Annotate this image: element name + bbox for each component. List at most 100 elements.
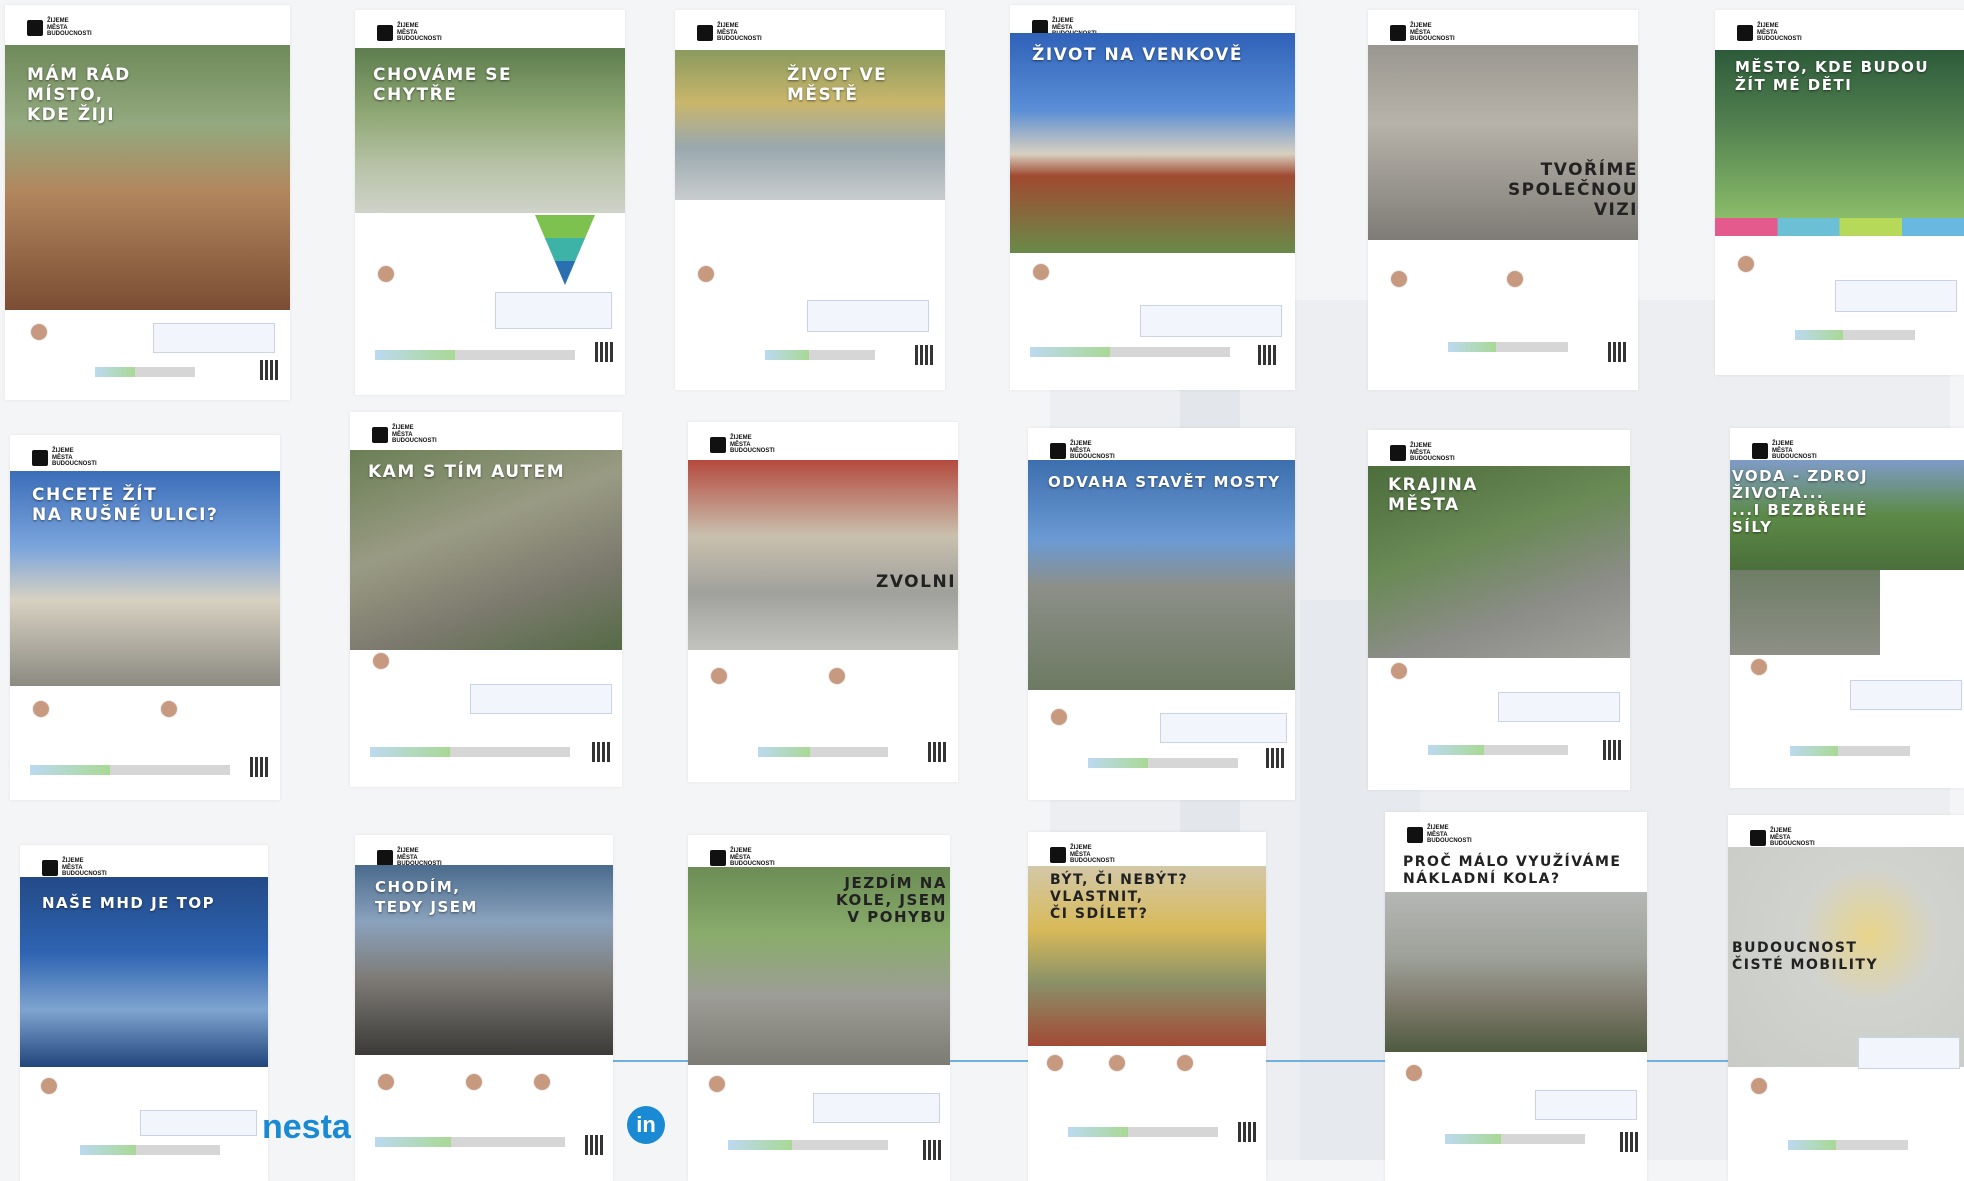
poster-3[interactable]: ŽIJEME MĚSTA BUDOUCNOSTI ŽIVOT VE MĚSTĚ <box>675 10 945 390</box>
qr-code-icon <box>928 742 948 762</box>
author-avatar <box>533 1073 551 1091</box>
city-logo-icon <box>1390 445 1406 461</box>
poster-1[interactable]: ŽIJEME MĚSTA BUDOUCNOSTI MÁM RÁD MÍSTO, … <box>5 5 290 400</box>
poster-14[interactable]: ŽIJEME MĚSTA BUDOUCNOSTI CHODÍM, TEDY JS… <box>355 835 613 1181</box>
poster-brand: ŽIJEME MĚSTA BUDOUCNOSTI <box>1752 440 1832 462</box>
qr-code-icon <box>1238 1122 1258 1142</box>
qr-code-icon <box>595 342 615 362</box>
author-avatar <box>828 667 846 685</box>
partner-logos <box>1448 342 1568 352</box>
partner-logos <box>1790 746 1910 756</box>
poster-6[interactable]: ŽIJEME MĚSTA BUDOUCNOSTI MĚSTO, KDE BUDO… <box>1715 10 1964 375</box>
city-logo-icon <box>710 437 726 453</box>
partner-logos <box>1068 1127 1218 1137</box>
poster-16[interactable]: ŽIJEME MĚSTA BUDOUCNOSTI BÝT, ČI NEBÝT? … <box>1028 832 1266 1181</box>
poster-7[interactable]: ŽIJEME MĚSTA BUDOUCNOSTI CHCETE ŽÍT NA R… <box>10 435 280 800</box>
author-avatar <box>40 1077 58 1095</box>
partner-logos <box>1788 1140 1908 1150</box>
poster-2[interactable]: ŽIJEME MĚSTA BUDOUCNOSTI CHOVÁME SE CHYT… <box>355 10 625 395</box>
author-avatar <box>1750 1077 1768 1095</box>
poster-brand: ŽIJEME MĚSTA BUDOUCNOSTI <box>372 424 452 446</box>
city-logo-icon <box>377 850 393 866</box>
author-avatar <box>465 1073 483 1091</box>
legend-strip <box>1715 218 1964 236</box>
city-logo-icon <box>1752 443 1768 459</box>
city-logo-icon <box>697 25 713 41</box>
poster-graphic <box>535 215 595 285</box>
poster-15[interactable]: ŽIJEME MĚSTA BUDOUCNOSTI JEZDÍM NA KOLE,… <box>688 835 950 1181</box>
info-box <box>1498 692 1620 722</box>
qr-code-icon <box>923 1140 943 1160</box>
poster-title: BÝT, ČI NEBÝT? VLASTNIT, ČI SDÍLET? <box>1050 872 1189 922</box>
city-logo-icon <box>1737 25 1753 41</box>
author-avatar <box>30 323 48 341</box>
poster-title: KAM S TÍM AUTEM <box>368 462 566 482</box>
city-logo-icon <box>1050 443 1066 459</box>
poster-brand: ŽIJEME MĚSTA BUDOUCNOSTI <box>32 447 112 469</box>
poster-photo <box>688 460 958 650</box>
author-avatar <box>710 667 728 685</box>
city-logo-icon <box>1390 25 1406 41</box>
poster-17[interactable]: ŽIJEME MĚSTA BUDOUCNOSTI PROČ MÁLO VYUŽÍ… <box>1385 812 1647 1181</box>
city-logo-icon <box>1750 830 1766 846</box>
city-logo-icon <box>42 860 58 876</box>
poster-9[interactable]: ŽIJEME MĚSTA BUDOUCNOSTI ZVOLNI <box>688 422 958 782</box>
poster-title: CHOVÁME SE CHYTŘE <box>373 65 513 105</box>
poster-11[interactable]: ŽIJEME MĚSTA BUDOUCNOSTI KRAJINA MĚSTA <box>1368 430 1630 790</box>
poster-brand: ŽIJEME MĚSTA BUDOUCNOSTI <box>1737 22 1817 44</box>
qr-code-icon <box>592 742 612 762</box>
poster-brand: ŽIJEME MĚSTA BUDOUCNOSTI <box>377 22 457 44</box>
poster-title: BUDOUCNOST ČISTÉ MOBILITY <box>1732 940 1879 973</box>
author-avatar <box>1046 1054 1064 1072</box>
qr-code-icon <box>1603 740 1623 760</box>
city-logo-icon <box>710 850 726 866</box>
city-logo-icon <box>372 427 388 443</box>
city-logo-icon <box>32 450 48 466</box>
poster-brand: ŽIJEME MĚSTA BUDOUCNOSTI <box>697 22 777 44</box>
author-avatar <box>377 265 395 283</box>
background-decoration <box>1050 300 1950 1180</box>
author-avatar <box>1176 1054 1194 1072</box>
partner-logos <box>80 1145 220 1155</box>
poster-title: TVOŘÍME SPOLEČNOU VIZI <box>1507 160 1638 220</box>
poster-title: CHCETE ŽÍT NA RUŠNÉ ULICI? <box>32 485 219 525</box>
partner-logos <box>30 765 230 775</box>
partner-logos <box>95 367 195 377</box>
poster-10[interactable]: ŽIJEME MĚSTA BUDOUCNOSTI ODVAHA STAVĚT M… <box>1028 428 1295 800</box>
info-box <box>495 292 612 329</box>
poster-title: PROČ MÁLO VYUŽÍVÁME NÁKLADNÍ KOLA? <box>1403 854 1622 887</box>
poster-8[interactable]: ŽIJEME MĚSTA BUDOUCNOSTI KAM S TÍM AUTEM <box>350 412 622 787</box>
poster-brand: ŽIJEME MĚSTA BUDOUCNOSTI <box>1407 824 1487 846</box>
partner-logos <box>728 1140 888 1150</box>
linkedin-icon[interactable]: in <box>627 1106 665 1144</box>
poster-brand: ŽIJEME MĚSTA BUDOUCNOSTI <box>27 17 107 39</box>
poster-12[interactable]: ŽIJEME MĚSTA BUDOUCNOSTI VODA - ZDROJ ŽI… <box>1730 428 1964 788</box>
poster-5[interactable]: ŽIJEME MĚSTA BUDOUCNOSTI TVOŘÍME SPOLEČN… <box>1368 10 1638 390</box>
poster-title: ODVAHA STAVĚT MOSTY <box>1048 473 1281 491</box>
info-box <box>1160 713 1287 743</box>
qr-code-icon <box>250 757 270 777</box>
qr-code-icon <box>585 1135 605 1155</box>
author-avatar <box>1750 658 1768 676</box>
author-avatar <box>708 1075 726 1093</box>
city-logo-icon <box>1050 847 1066 863</box>
poster-brand: ŽIJEME MĚSTA BUDOUCNOSTI <box>1050 440 1130 462</box>
poster-brand: ŽIJEME MĚSTA BUDOUCNOSTI <box>710 847 790 869</box>
poster-title: ŽIVOT VE MĚSTĚ <box>787 65 888 105</box>
author-avatar <box>1390 270 1408 288</box>
poster-brand: ŽIJEME MĚSTA BUDOUCNOSTI <box>1750 827 1830 849</box>
partner-logos <box>375 1137 565 1147</box>
author-avatar <box>160 700 178 718</box>
qr-code-icon <box>1258 345 1278 365</box>
poster-13[interactable]: ŽIJEME MĚSTA BUDOUCNOSTI NAŠE MHD JE TOP <box>20 845 268 1181</box>
poster-brand: ŽIJEME MĚSTA BUDOUCNOSTI <box>1050 844 1130 866</box>
info-box <box>813 1093 940 1123</box>
info-box <box>470 684 612 714</box>
poster-4[interactable]: ŽIJEME MĚSTA BUDOUCNOSTI ŽIVOT NA VENKOV… <box>1010 5 1295 390</box>
poster-title: VODA - ZDROJ ŽIVOTA... ...I BEZBŘEHÉ SÍL… <box>1732 467 1869 536</box>
info-box <box>1850 680 1962 710</box>
qr-code-icon <box>1620 1132 1640 1152</box>
qr-code-icon <box>915 345 935 365</box>
poster-brand: ŽIJEME MĚSTA BUDOUCNOSTI <box>710 434 790 456</box>
poster-18[interactable]: ŽIJEME MĚSTA BUDOUCNOSTI BUDOUCNOST ČIST… <box>1728 815 1964 1181</box>
